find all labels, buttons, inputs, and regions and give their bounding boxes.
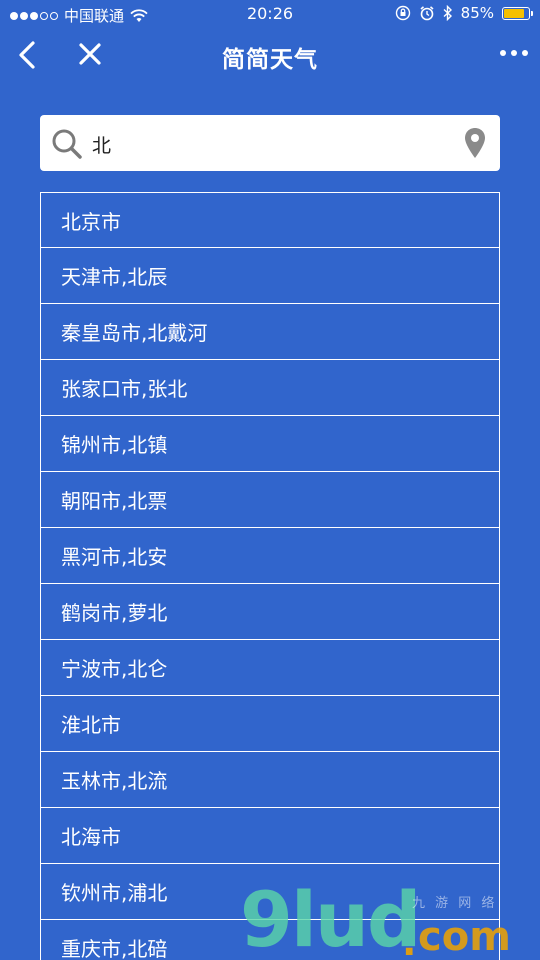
watermark-brand: 9lud — [240, 875, 421, 960]
screen: 中国联通 20:26 85% 简简天气 北 北京市 天津市,北辰 秦皇岛市,北戴… — [0, 0, 540, 960]
city-list-item[interactable]: 鹤岗市,萝北 — [40, 584, 500, 640]
bluetooth-icon — [443, 5, 452, 21]
city-list-item[interactable]: 宁波市,北仑 — [40, 640, 500, 696]
battery-level — [504, 8, 525, 18]
city-list-item[interactable]: 北海市 — [40, 808, 500, 864]
status-bar: 中国联通 20:26 85% — [0, 0, 540, 28]
city-list-item[interactable]: 锦州市,北镇 — [40, 416, 500, 472]
location-pin-icon[interactable] — [464, 127, 486, 159]
page-title: 简简天气 — [222, 47, 318, 73]
city-list-item[interactable]: 秦皇岛市,北戴河 — [40, 304, 500, 360]
city-list-item[interactable]: 黑河市,北安 — [40, 528, 500, 584]
battery-percent: 85% — [460, 4, 494, 22]
city-list-item[interactable]: 淮北市 — [40, 696, 500, 752]
city-list-item[interactable]: 朝阳市,北票 — [40, 472, 500, 528]
watermark-logo: 9lud 九 游 网 络 . com — [240, 880, 540, 960]
search-bar — [40, 115, 500, 171]
battery-icon — [502, 6, 533, 20]
search-icon — [52, 129, 82, 159]
city-list-item[interactable]: 天津市,北辰 — [40, 248, 500, 304]
watermark-dot: . — [402, 920, 417, 960]
search-input[interactable] — [90, 125, 444, 163]
watermark-tld: com — [418, 914, 511, 960]
status-right: 85% — [395, 4, 533, 22]
city-list-item[interactable]: 北京市 — [40, 192, 500, 248]
nav-bar: 简简天气 — [0, 28, 540, 82]
lock-rotation-icon — [395, 5, 410, 21]
city-list: 北京市 天津市,北辰 秦皇岛市,北戴河 张家口市,张北 锦州市,北镇 朝阳市,北票 黑河市,… — [40, 192, 500, 960]
city-list-item[interactable]: 张家口市,张北 — [40, 360, 500, 416]
more-dots-icon[interactable] — [500, 50, 528, 56]
alarm-icon — [420, 6, 434, 21]
city-list-item[interactable]: 玉林市,北流 — [40, 752, 500, 808]
watermark-small-text: 九 游 网 络 — [412, 896, 498, 911]
